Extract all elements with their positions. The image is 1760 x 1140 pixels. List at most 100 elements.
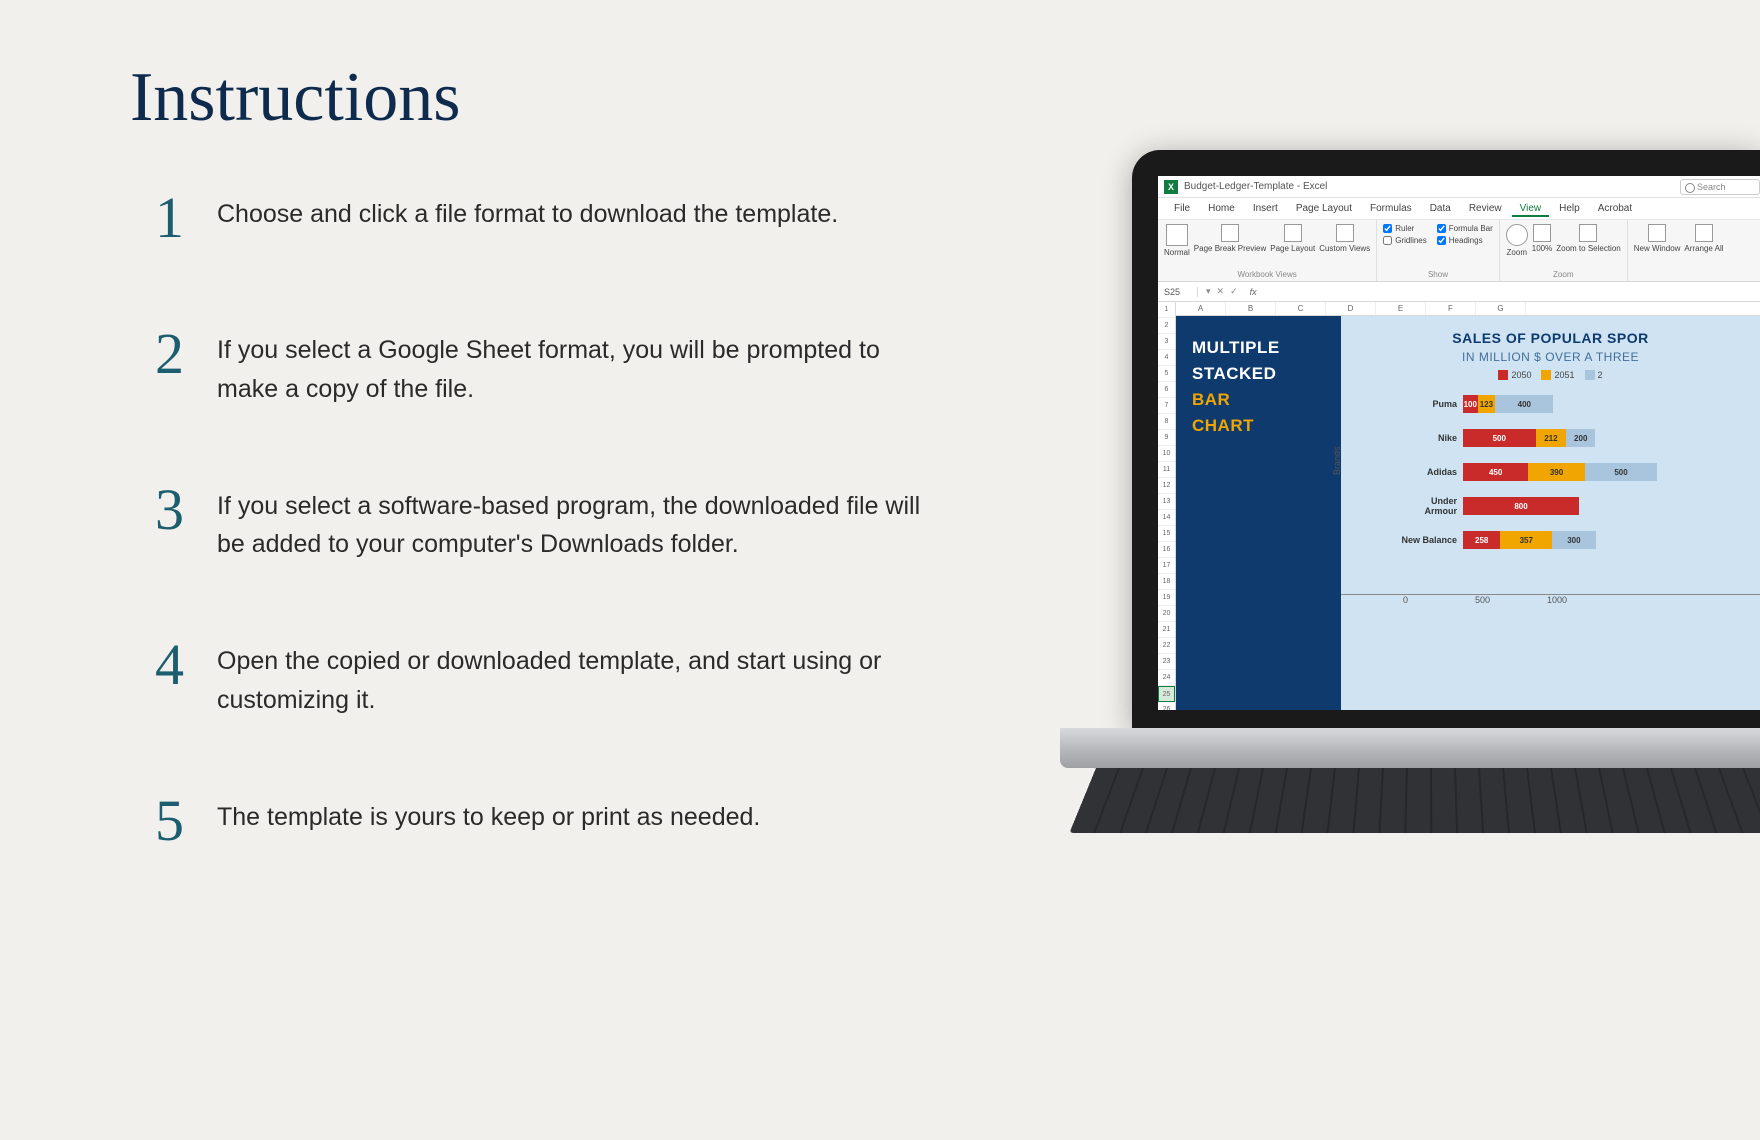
column-header[interactable]: E <box>1376 302 1426 315</box>
row-header[interactable]: 25 <box>1158 686 1175 702</box>
row-header[interactable]: 26 <box>1158 702 1175 710</box>
menu-file[interactable]: File <box>1166 200 1198 217</box>
bar-segment: 100 <box>1463 395 1478 413</box>
checkbox-icon[interactable] <box>1437 236 1446 245</box>
column-header[interactable]: F <box>1426 302 1476 315</box>
label: Page Break Preview <box>1194 244 1266 253</box>
cancel-icon[interactable]: ✕ <box>1217 286 1225 297</box>
row-header[interactable]: 14 <box>1158 510 1175 526</box>
zoom-button[interactable]: Zoom <box>1506 224 1528 257</box>
checkbox-icon[interactable] <box>1383 224 1392 233</box>
spreadsheet-area[interactable]: 1234567891011121314151617181920212223242… <box>1158 302 1760 710</box>
sheet-body[interactable]: MULTIPLE STACKED BAR CHART SALES OF POPU… <box>1176 316 1760 710</box>
menu-review[interactable]: Review <box>1461 200 1510 217</box>
row-header[interactable]: 17 <box>1158 558 1175 574</box>
menu-page-layout[interactable]: Page Layout <box>1288 200 1360 217</box>
new-window-icon <box>1648 224 1666 242</box>
panel-line: BAR <box>1192 390 1325 410</box>
label: Zoom <box>1507 248 1527 257</box>
grid-icon <box>1166 224 1188 246</box>
chart-area: SALES OF POPULAR SPOR IN MILLION $ OVER … <box>1341 316 1760 710</box>
row-header[interactable]: 11 <box>1158 462 1175 478</box>
row-header[interactable]: 13 <box>1158 494 1175 510</box>
row-header[interactable]: 9 <box>1158 430 1175 446</box>
zoom-100-button[interactable]: 100% <box>1532 224 1552 257</box>
row-header[interactable]: 8 <box>1158 414 1175 430</box>
bar-row: Puma100123400 <box>1401 390 1760 418</box>
page-break-button[interactable]: Page Break Preview <box>1194 224 1266 257</box>
instruction-number: 2 <box>155 325 217 383</box>
column-header[interactable]: B <box>1226 302 1276 315</box>
bar-row: New Balance258357300 <box>1401 526 1760 554</box>
name-box[interactable]: S25 <box>1158 287 1198 297</box>
checkbox-icon[interactable] <box>1437 224 1446 233</box>
menu-help[interactable]: Help <box>1551 200 1588 217</box>
row-header[interactable]: 5 <box>1158 366 1175 382</box>
checkbox-icon[interactable] <box>1383 236 1392 245</box>
instruction-item: 4 Open the copied or downloaded template… <box>155 642 935 720</box>
ribbon-group-label: Show <box>1383 270 1493 279</box>
row-header[interactable]: 19 <box>1158 590 1175 606</box>
row-header[interactable]: 15 <box>1158 526 1175 542</box>
label: Zoom to Selection <box>1556 244 1620 253</box>
menu-view[interactable]: View <box>1512 200 1550 217</box>
row-header[interactable]: 22 <box>1158 638 1175 654</box>
row-header[interactable]: 21 <box>1158 622 1175 638</box>
normal-view-button[interactable]: Normal <box>1164 224 1190 257</box>
label: Normal <box>1164 248 1190 257</box>
row-header[interactable]: 1 <box>1158 302 1175 318</box>
instruction-item: 2 If you select a Google Sheet format, y… <box>155 331 935 409</box>
arrange-all-button[interactable]: Arrange All <box>1684 224 1723 253</box>
label: Formula Bar <box>1449 224 1493 233</box>
column-header[interactable]: A <box>1176 302 1226 315</box>
row-header[interactable]: 16 <box>1158 542 1175 558</box>
row-header[interactable]: 2 <box>1158 318 1175 334</box>
menu-acrobat[interactable]: Acrobat <box>1590 200 1640 217</box>
fx-controls: ▾ ✕ ✓ <box>1198 286 1246 297</box>
row-header[interactable]: 12 <box>1158 478 1175 494</box>
new-window-button[interactable]: New Window <box>1634 224 1681 253</box>
formula-bar: S25 ▾ ✕ ✓ fx <box>1158 282 1760 302</box>
ruler-checkbox[interactable]: Ruler <box>1383 224 1427 233</box>
formula-bar-checkbox[interactable]: Formula Bar <box>1437 224 1493 233</box>
row-header[interactable]: 3 <box>1158 334 1175 350</box>
gridlines-checkbox[interactable]: Gridlines <box>1383 236 1427 245</box>
menu-home[interactable]: Home <box>1200 200 1243 217</box>
menu-data[interactable]: Data <box>1422 200 1459 217</box>
row-header[interactable]: 6 <box>1158 382 1175 398</box>
page-layout-button[interactable]: Page Layout <box>1270 224 1315 257</box>
bar-segment: 500 <box>1585 463 1658 481</box>
zoom-selection-button[interactable]: Zoom to Selection <box>1556 224 1620 257</box>
laptop-screen: X Budget-Ledger-Template - Excel Search … <box>1158 176 1760 710</box>
headings-checkbox[interactable]: Headings <box>1437 236 1493 245</box>
magnifier-icon <box>1506 224 1528 246</box>
column-header[interactable]: D <box>1326 302 1376 315</box>
bar-track: 100123400 <box>1463 395 1760 413</box>
custom-views-button[interactable]: Custom Views <box>1319 224 1370 257</box>
fx-label: fx <box>1246 287 1257 297</box>
ribbon-group-label: Workbook Views <box>1164 270 1370 279</box>
laptop-bezel: X Budget-Ledger-Template - Excel Search … <box>1132 150 1760 730</box>
instruction-text: If you select a software-based program, … <box>217 487 935 565</box>
excel-ribbon: Normal Page Break Preview Page Layout Cu… <box>1158 220 1760 282</box>
row-header[interactable]: 18 <box>1158 574 1175 590</box>
row-header[interactable]: 20 <box>1158 606 1175 622</box>
bar-track: 258357300 <box>1463 531 1760 549</box>
panel-line: STACKED <box>1192 364 1325 384</box>
x-tick: 0 <box>1403 595 1475 605</box>
row-header[interactable]: 4 <box>1158 350 1175 366</box>
ribbon-group-show: Ruler Gridlines Formula Bar Headings Sho… <box>1377 220 1500 281</box>
row-header[interactable]: 10 <box>1158 446 1175 462</box>
laptop-base <box>1060 728 1760 768</box>
search-input[interactable]: Search <box>1680 179 1760 195</box>
row-header[interactable]: 23 <box>1158 654 1175 670</box>
row-header[interactable]: 24 <box>1158 670 1175 686</box>
menu-insert[interactable]: Insert <box>1245 200 1286 217</box>
column-header[interactable]: G <box>1476 302 1526 315</box>
column-header[interactable]: C <box>1276 302 1326 315</box>
legend-label: 2050 <box>1511 370 1531 380</box>
dropdown-icon[interactable]: ▾ <box>1206 286 1211 297</box>
confirm-icon[interactable]: ✓ <box>1230 286 1238 297</box>
menu-formulas[interactable]: Formulas <box>1362 200 1420 217</box>
row-header[interactable]: 7 <box>1158 398 1175 414</box>
